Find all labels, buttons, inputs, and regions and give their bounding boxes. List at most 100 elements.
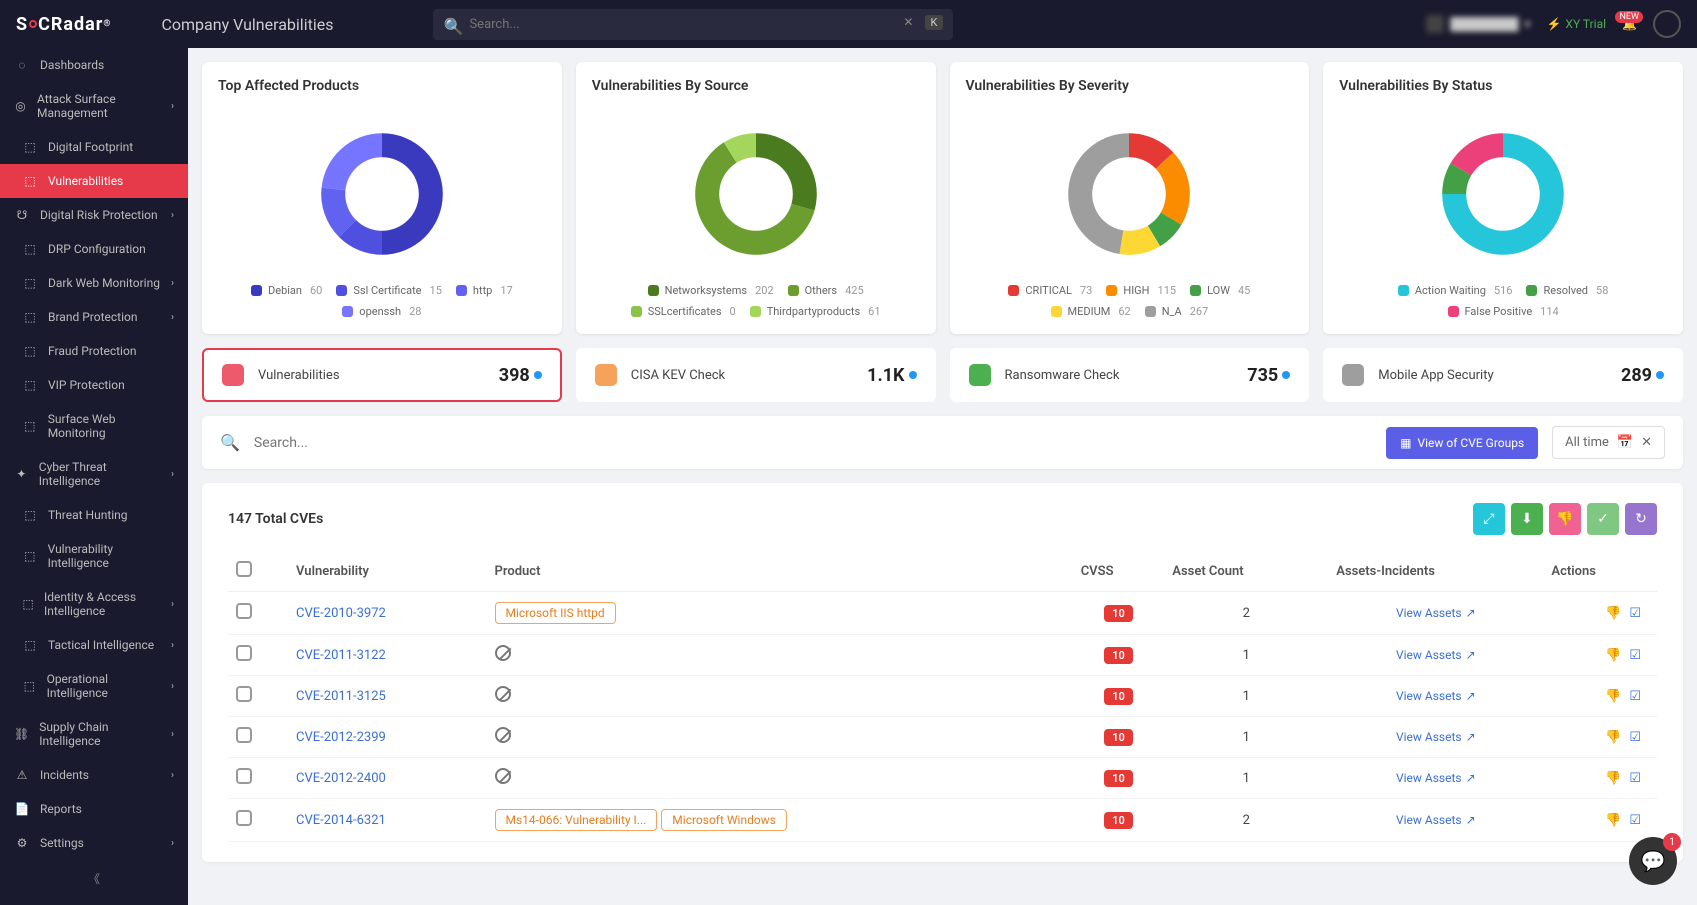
info-icon[interactable] [1282,371,1290,379]
legend-item[interactable]: Others425 [788,284,864,297]
sidebar-item-dashboards[interactable]: ◌Dashboards [0,48,188,82]
view-cve-groups-button[interactable]: ▦ View of CVE Groups [1386,427,1538,459]
sidebar-item-operational-intelligence[interactable]: ⬚Operational Intelligence› [0,662,188,710]
cve-link[interactable]: CVE-2011-3122 [296,648,386,663]
legend-item[interactable]: SSLcertificates0 [631,305,736,318]
legend-item[interactable]: Debian60 [251,284,322,297]
legend-item[interactable]: CRITICAL73 [1008,284,1092,297]
info-icon[interactable] [534,371,542,379]
table-action-button-1[interactable]: ⬇ [1511,503,1543,535]
check-icon[interactable]: ☑ [1629,813,1641,828]
cve-link[interactable]: CVE-2012-2399 [296,730,386,745]
sidebar-item-dark-web-monitoring[interactable]: ⬚Dark Web Monitoring› [0,266,188,300]
top-search-input[interactable] [433,9,953,40]
legend-item[interactable]: Ssl Certificate15 [336,284,442,297]
chat-fab[interactable]: 💬 1 [1629,837,1677,885]
table-action-button-0[interactable]: ⤢ [1473,503,1505,535]
stat-card-vulnerabilities[interactable]: Vulnerabilities398 [202,348,562,402]
sidebar-item-incidents[interactable]: ⚠Incidents› [0,758,188,792]
check-icon[interactable]: ☑ [1629,771,1641,786]
cvss-badge: 10 [1104,647,1133,664]
cve-link[interactable]: CVE-2010-3972 [296,606,386,621]
table-action-button-2[interactable]: 👎 [1549,503,1581,535]
sidebar-item-attack-surface-management[interactable]: ◎Attack Surface Management› [0,82,188,130]
info-icon[interactable] [909,371,917,379]
row-checkbox[interactable] [236,645,252,661]
thumbs-down-icon[interactable]: 👎 [1605,771,1621,786]
close-icon[interactable]: ✕ [1641,435,1652,450]
view-assets-link[interactable]: View Assets ↗ [1396,689,1476,703]
row-checkbox[interactable] [236,686,252,702]
legend-item[interactable]: Thirdpartyproducts61 [750,305,881,318]
check-icon[interactable]: ☑ [1629,648,1641,663]
legend-item[interactable]: Networksystems202 [648,284,774,297]
select-all-checkbox[interactable] [236,561,252,577]
org-selector[interactable]: ████████▾ [1426,15,1530,33]
thumbs-down-icon[interactable]: 👎 [1605,813,1621,828]
row-checkbox[interactable] [236,603,252,619]
table-search-input[interactable] [254,435,1372,451]
clear-search-icon[interactable]: ✕ [903,15,913,29]
sidebar-item-reports[interactable]: 📄Reports [0,792,188,826]
thumbs-down-icon[interactable]: 👎 [1605,606,1621,621]
legend-item[interactable]: LOW45 [1190,284,1250,297]
legend-item[interactable]: http17 [456,284,513,297]
sidebar-item-vulnerabilities[interactable]: ⬚Vulnerabilities [0,164,188,198]
sidebar-item-identity-access-intelligence[interactable]: ⬚Identity & Access Intelligence› [0,580,188,628]
cve-link[interactable]: CVE-2012-2400 [296,771,386,786]
table-action-button-4[interactable]: ↻ [1625,503,1657,535]
sidebar-item-settings[interactable]: ⚙Settings› [0,826,188,860]
legend-item[interactable]: openssh28 [342,305,421,318]
sidebar-item-supply-chain-intelligence[interactable]: ⛓Supply Chain Intelligence› [0,710,188,758]
notifications-button[interactable]: 🔔 NEW [1622,17,1637,31]
legend-item[interactable]: N_A267 [1145,305,1209,318]
check-icon[interactable]: ☑ [1629,689,1641,704]
sidebar-collapse[interactable]: 《 [0,860,188,897]
product-tag[interactable]: Ms14-066: Vulnerability I... [495,809,658,831]
stat-card-mobile-app-security[interactable]: Mobile App Security289 [1323,348,1683,402]
sidebar-item-tactical-intelligence[interactable]: ⬚Tactical Intelligence› [0,628,188,662]
row-checkbox[interactable] [236,768,252,784]
view-assets-link[interactable]: View Assets ↗ [1396,813,1476,827]
sidebar-item-vulnerability-intelligence[interactable]: ⬚Vulnerability Intelligence [0,532,188,580]
sidebar-item-surface-web-monitoring[interactable]: ⬚Surface Web Monitoring [0,402,188,450]
sidebar-item-digital-footprint[interactable]: ⬚Digital Footprint [0,130,188,164]
sidebar-item-threat-hunting[interactable]: ⬚Threat Hunting [0,498,188,532]
sidebar-item-vip-protection[interactable]: ⬚VIP Protection [0,368,188,402]
view-assets-link[interactable]: View Assets ↗ [1396,648,1476,662]
thumbs-down-icon[interactable]: 👎 [1605,648,1621,663]
stat-card-ransomware-check[interactable]: Ransomware Check735 [950,348,1310,402]
table-action-button-3[interactable]: ✓ [1587,503,1619,535]
avatar[interactable] [1653,10,1681,38]
sidebar-item-fraud-protection[interactable]: ⬚Fraud Protection [0,334,188,368]
sidebar-item-brand-protection[interactable]: ⬚Brand Protection› [0,300,188,334]
row-checkbox[interactable] [236,810,252,826]
cve-link[interactable]: CVE-2011-3125 [296,689,386,704]
thumbs-down-icon[interactable]: 👎 [1605,730,1621,745]
sidebar-item-digital-risk-protection[interactable]: ☋Digital Risk Protection› [0,198,188,232]
date-filter[interactable]: All time 📅 ✕ [1552,426,1665,459]
view-assets-link[interactable]: View Assets ↗ [1396,771,1476,785]
check-icon[interactable]: ☑ [1629,730,1641,745]
trial-badge[interactable]: ⚡XY Trial [1546,17,1606,31]
row-checkbox[interactable] [236,727,252,743]
legend-swatch [631,306,642,317]
cve-link[interactable]: CVE-2014-6321 [296,813,386,828]
stat-card-cisa-kev-check[interactable]: CISA KEV Check1.1K [576,348,936,402]
thumbs-down-icon[interactable]: 👎 [1605,689,1621,704]
product-tag[interactable]: Microsoft Windows [661,809,787,831]
view-assets-link[interactable]: View Assets ↗ [1396,606,1476,620]
check-icon[interactable]: ☑ [1629,606,1641,621]
legend-item[interactable]: HIGH115 [1106,284,1176,297]
sidebar-item-drp-configuration[interactable]: ⬚DRP Configuration [0,232,188,266]
logo[interactable]: SCRadar® [16,14,111,35]
sidebar-item-cyber-threat-intelligence[interactable]: ✦Cyber Threat Intelligence› [0,450,188,498]
info-icon[interactable] [1656,371,1664,379]
legend-item[interactable]: Action Waiting516 [1398,284,1513,297]
product-tag[interactable]: Microsoft IIS httpd [495,602,616,624]
top-search[interactable]: 🔍 ✕ K [433,9,953,40]
view-assets-link[interactable]: View Assets ↗ [1396,730,1476,744]
legend-item[interactable]: Resolved58 [1526,284,1608,297]
legend-item[interactable]: MEDIUM62 [1051,305,1131,318]
legend-item[interactable]: False Positive114 [1448,305,1559,318]
